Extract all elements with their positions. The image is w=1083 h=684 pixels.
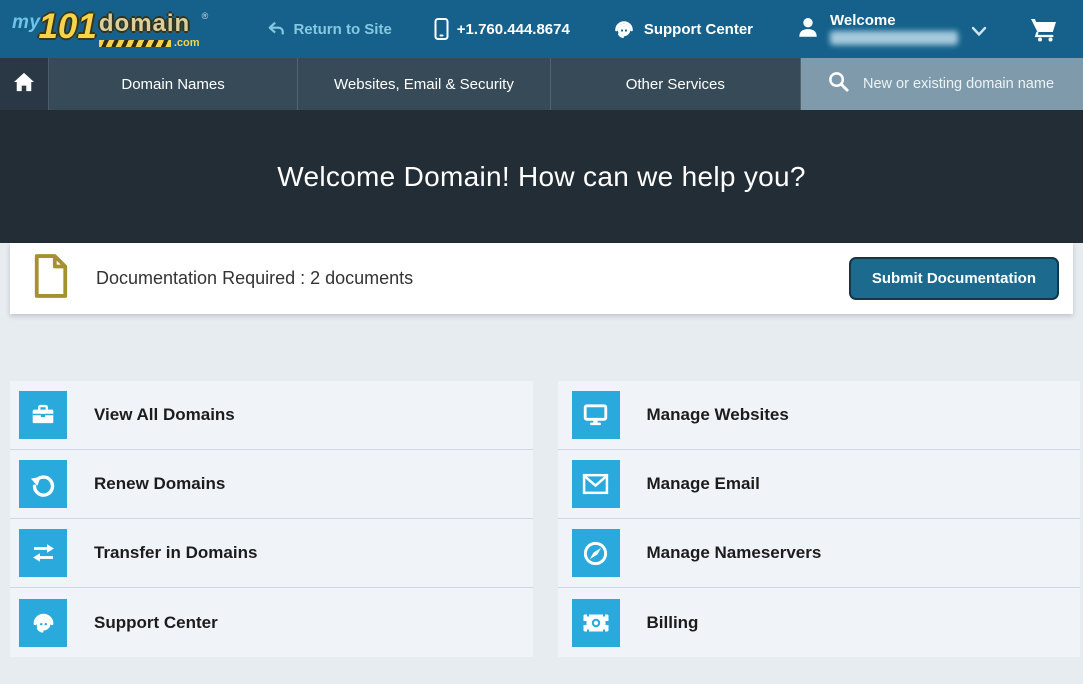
phone-number-label: +1.760.444.8674 [457, 21, 570, 38]
logo-my: my [12, 12, 40, 34]
cart-button[interactable] [1029, 16, 1059, 43]
headset-icon [612, 17, 636, 41]
menu-item-label: Manage Email [647, 474, 760, 494]
menu-item-label: Billing [647, 613, 699, 633]
home-icon [13, 72, 35, 97]
documentation-bar: Documentation Required : 2 documents Sub… [10, 243, 1073, 314]
nav-item-label: Websites, Email & Security [334, 76, 514, 93]
mobile-phone-icon [434, 18, 449, 40]
briefcase-icon [19, 391, 67, 439]
cart-icon [1029, 16, 1059, 43]
renew-icon [19, 460, 67, 508]
menu-item-support-center[interactable]: Support Center [10, 588, 533, 657]
welcome-label: Welcome [830, 13, 958, 28]
menu-item-transfer-in-domains[interactable]: Transfer in Domains [10, 519, 533, 588]
submit-documentation-button[interactable]: Submit Documentation [849, 257, 1059, 300]
transfer-arrows-icon [19, 529, 67, 577]
user-menu[interactable]: Welcome [795, 13, 987, 45]
chevron-down-icon[interactable] [971, 24, 987, 42]
menu-item-label: Transfer in Domains [94, 543, 257, 563]
envelope-icon [572, 460, 620, 508]
hero-title: Welcome Domain! How can we help you? [277, 161, 806, 193]
return-to-site-link[interactable]: Return to Site [267, 20, 391, 38]
nav-item-label: Other Services [626, 76, 725, 93]
logo-stripes-row: .com [99, 37, 200, 49]
nav-item-label: Domain Names [121, 76, 224, 93]
quick-menu-left-column: View All Domains Renew Domains Transfer … [10, 381, 533, 657]
menu-item-manage-nameservers[interactable]: Manage Nameservers [558, 519, 1081, 588]
logo-domain-wrap: domain .com [99, 13, 200, 50]
quick-menu: View All Domains Renew Domains Transfer … [0, 381, 1083, 657]
menu-item-label: Support Center [94, 613, 218, 633]
menu-item-renew-domains[interactable]: Renew Domains [10, 450, 533, 519]
menu-item-view-all-domains[interactable]: View All Domains [10, 381, 533, 450]
topbar-right: Return to Site +1.760.444.8674 Support C… [267, 13, 1083, 45]
user-icon [795, 14, 821, 45]
user-texts: Welcome [830, 13, 958, 45]
user-name-redacted [830, 31, 958, 45]
domain-search-input[interactable] [863, 76, 1083, 92]
quick-menu-right-column: Manage Websites Manage Email Manage Name… [558, 381, 1081, 657]
banknote-icon [572, 599, 620, 647]
support-center-label: Support Center [644, 21, 753, 38]
menu-item-label: Manage Nameservers [647, 543, 822, 563]
monitor-icon [572, 391, 620, 439]
logo-101: 101 [38, 9, 96, 44]
menu-item-label: Manage Websites [647, 405, 789, 425]
return-to-site-label: Return to Site [293, 21, 391, 38]
menu-item-manage-email[interactable]: Manage Email [558, 450, 1081, 519]
logo-domain: domain [99, 13, 200, 35]
menu-item-billing[interactable]: Billing [558, 588, 1081, 657]
menu-item-label: View All Domains [94, 405, 235, 425]
nav-item-domain-names[interactable]: Domain Names [48, 58, 298, 110]
logo-registered-mark: ® [202, 11, 209, 21]
home-button[interactable] [0, 58, 48, 110]
headset-icon [19, 599, 67, 647]
return-arrow-icon [267, 20, 285, 38]
hero-banner: Welcome Domain! How can we help you? [0, 110, 1083, 243]
support-center-link[interactable]: Support Center [612, 17, 753, 41]
menu-item-manage-websites[interactable]: Manage Websites [558, 381, 1081, 450]
logo[interactable]: my 101 domain .com ® [12, 9, 208, 50]
documentation-message: Documentation Required : 2 documents [96, 268, 413, 289]
nav-item-websites-email-security[interactable]: Websites, Email & Security [298, 58, 550, 110]
phone-number[interactable]: +1.760.444.8674 [434, 18, 570, 40]
menu-item-label: Renew Domains [94, 474, 225, 494]
document-icon [32, 252, 70, 305]
logo-tld: .com [174, 37, 200, 49]
topbar: my 101 domain .com ® Return to Site +1.7… [0, 0, 1083, 58]
logo-stripes [99, 40, 171, 47]
nav-item-other-services[interactable]: Other Services [551, 58, 801, 110]
domain-search-box[interactable] [801, 58, 1083, 110]
search-icon [827, 70, 850, 98]
main-nav: Domain Names Websites, Email & Security … [0, 58, 1083, 110]
compass-icon [572, 529, 620, 577]
